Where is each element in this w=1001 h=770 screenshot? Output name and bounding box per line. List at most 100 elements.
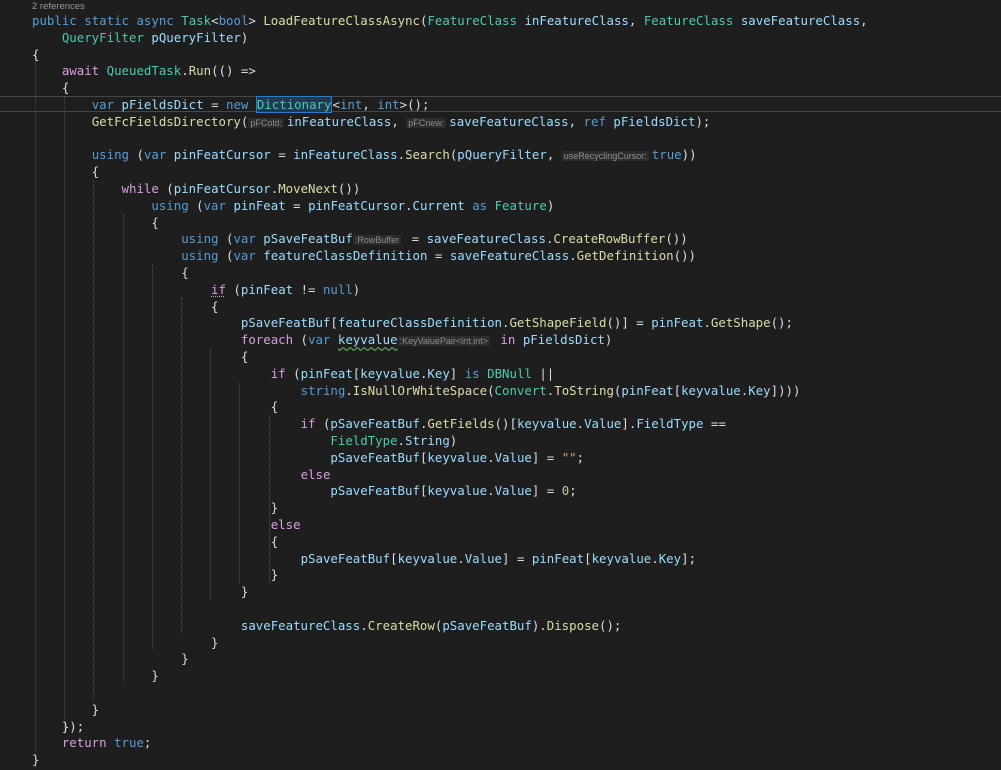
code-line[interactable]: pSaveFeatBuf[keyvalue.Value] = 0;	[32, 482, 1001, 499]
code-token: )	[546, 197, 555, 213]
code-token: );	[695, 113, 711, 129]
code-line[interactable]: }	[32, 650, 1001, 667]
code-token: saveFeatureClass	[240, 617, 361, 633]
code-token: int	[377, 97, 400, 112]
code-line[interactable]: var pFieldsDict = new Dictionary<int, in…	[32, 96, 1001, 113]
code-token: keyvalue	[681, 382, 741, 398]
code-line[interactable]: while (pinFeatCursor.MoveNext())	[32, 180, 1001, 197]
code-token: }	[32, 634, 219, 650]
code-line[interactable]: GetFcFieldsDirectory(pFCold: inFeatureCla…	[32, 113, 1001, 130]
code-token: .	[397, 433, 406, 448]
code-token: CreateRowBuffer	[553, 231, 666, 247]
code-line[interactable]: using (var pinFeatCursor = inFeatureClas…	[32, 146, 1001, 163]
code-line[interactable]: {	[32, 163, 1001, 180]
code-token: ,	[391, 113, 407, 129]
code-line[interactable]	[32, 684, 1001, 701]
code-token: pSaveFeatBuf	[330, 483, 420, 499]
code-editor[interactable]: 2 references public static async Task<bo…	[0, 0, 1001, 770]
code-token: pinFeat	[621, 382, 674, 398]
code-line[interactable]: }	[32, 499, 1001, 516]
code-token: Key	[748, 382, 771, 398]
code-line[interactable]: pSaveFeatBuf[featureClassDefinition.GetS…	[32, 314, 1001, 331]
code-token: )	[352, 281, 361, 297]
code-token: }	[32, 752, 40, 768]
code-token: pSaveFeatBuf	[300, 550, 391, 566]
code-line[interactable]: using (var pinFeat = pinFeatCursor.Curre…	[32, 197, 1001, 214]
code-line[interactable]: });	[32, 718, 1001, 735]
code-line[interactable]: }	[32, 701, 1001, 718]
code-token: keyvalue	[516, 416, 577, 432]
code-token: saveFeatureClass	[740, 13, 861, 28]
code-token: =	[404, 231, 427, 247]
code-line[interactable]	[32, 600, 1001, 617]
codelens-references[interactable]: 2 references	[32, 1, 85, 12]
code-line[interactable]: }	[32, 751, 1001, 768]
code-line[interactable]: {	[32, 79, 1001, 96]
code-line[interactable]: else	[32, 466, 1001, 483]
code-token: pinFeatCursor	[173, 147, 271, 163]
code-line[interactable]: return true;	[32, 734, 1001, 751]
code-line[interactable]: }	[32, 566, 1001, 583]
code-token: (() =>	[211, 63, 256, 79]
code-token: ,	[362, 97, 378, 112]
code-token: )	[449, 433, 458, 448]
code-line[interactable]: pSaveFeatBuf[keyvalue.Value] = pinFeat[k…	[32, 550, 1001, 567]
code-line[interactable]	[32, 130, 1001, 147]
code-token: keyvalue	[591, 550, 652, 566]
code-line[interactable]: {	[32, 533, 1001, 550]
code-token: {	[32, 214, 159, 230]
code-line[interactable]: foreach (var keyvalue:KeyValuePair<int,i…	[32, 331, 1001, 348]
code-line[interactable]: else	[32, 516, 1001, 533]
code-line[interactable]: {	[32, 348, 1001, 365]
code-line[interactable]: FieldType.String)	[32, 432, 1001, 449]
code-token: ;	[569, 483, 577, 499]
code-line[interactable]: }	[32, 634, 1001, 651]
code-line[interactable]: QueryFilter pQueryFilter)	[32, 29, 1001, 46]
code-token: (	[487, 382, 495, 398]
code-token: ] =	[531, 449, 562, 465]
code-token: ();	[770, 315, 793, 331]
code-token: if	[211, 281, 226, 297]
code-line[interactable]: if (pinFeat[keyvalue.Key] is DBNull ||	[32, 365, 1001, 382]
code-line[interactable]: public static async Task<bool> LoadFeatu…	[32, 12, 1001, 29]
code-token: true	[651, 147, 682, 163]
code-token: ] =	[531, 483, 562, 499]
code-line[interactable]: {	[32, 264, 1001, 281]
code-line[interactable]: await QueuedTask.Run(() =>	[32, 62, 1001, 79]
code-token: =	[285, 197, 309, 213]
code-token: keyvalue	[337, 332, 398, 348]
code-line[interactable]: {	[32, 214, 1001, 231]
code-token: Value	[494, 449, 532, 465]
code-line[interactable]: pSaveFeatBuf[keyvalue.Value] = "";	[32, 449, 1001, 466]
code-line[interactable]: if (pSaveFeatBuf.GetFields()[keyvalue.Va…	[32, 415, 1001, 432]
code-token: keyvalue	[427, 483, 488, 499]
code-token: ] =	[502, 550, 532, 566]
code-line[interactable]: if (pinFeat != null)	[32, 281, 1001, 298]
code-token: inFeatureClass	[286, 113, 392, 129]
code-token: GetFields	[427, 416, 495, 432]
code-line[interactable]: {	[32, 398, 1001, 415]
code-line[interactable]: {	[32, 46, 1001, 63]
code-line[interactable]: saveFeatureClass.CreateRow(pSaveFeatBuf)…	[32, 617, 1001, 634]
code-line[interactable]: {	[32, 298, 1001, 315]
code-line[interactable]: }	[32, 583, 1001, 600]
code-token: (	[293, 332, 309, 348]
code-token: is	[464, 365, 480, 381]
code-line[interactable]: using (var featureClassDefinition = save…	[32, 247, 1001, 264]
code-token: true	[114, 735, 144, 751]
code-token: FeatureClass	[643, 13, 734, 28]
code-token: return	[61, 735, 107, 751]
code-line[interactable]: }	[32, 667, 1001, 684]
code-token: FieldType	[636, 416, 704, 432]
code-token: .	[405, 197, 413, 213]
code-token: new	[226, 97, 249, 112]
code-line[interactable]: string.IsNullOrWhiteSpace(Convert.ToStri…	[32, 382, 1001, 399]
code-line[interactable]: using (var pSaveFeatBuf:RowBuffer = save…	[32, 230, 1001, 247]
